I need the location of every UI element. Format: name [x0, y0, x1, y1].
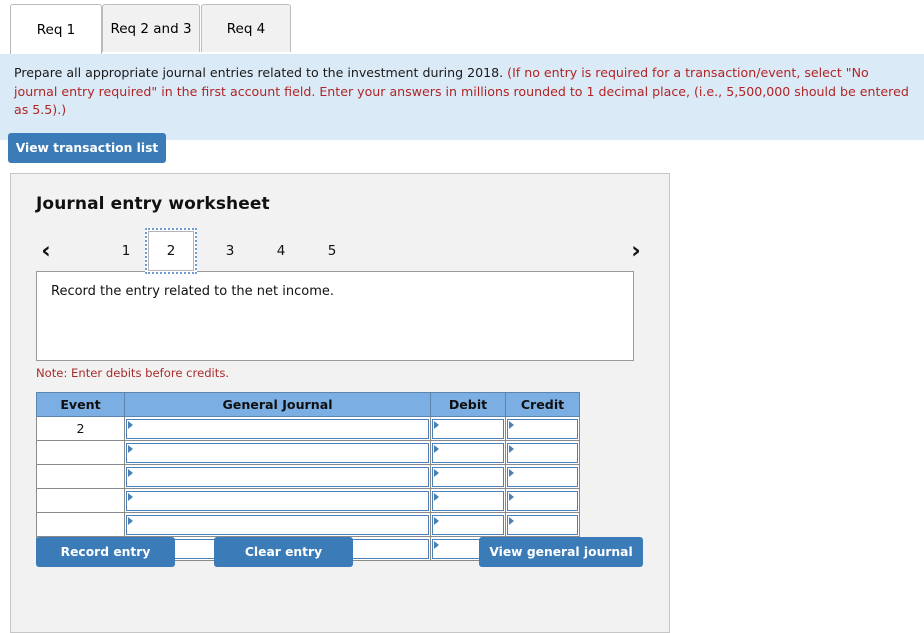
tab-req-4[interactable]: Req 4: [201, 4, 291, 52]
clear-entry-button[interactable]: Clear entry: [214, 537, 353, 567]
table-row: [36, 464, 580, 489]
pager-page-2[interactable]: 2: [145, 228, 197, 274]
pager-page-4[interactable]: 4: [264, 234, 298, 268]
event-cell: [36, 440, 125, 465]
event-cell: [36, 488, 125, 513]
general-journal-account-select[interactable]: [126, 466, 429, 487]
pager-page-5[interactable]: 5: [315, 234, 349, 268]
table-row: [36, 512, 580, 537]
general-journal-account-select[interactable]: [126, 490, 429, 511]
column-header-debit: Debit: [430, 392, 506, 417]
event-cell: [36, 512, 125, 537]
pager-page-label: 5: [327, 243, 337, 259]
chevron-left-icon[interactable]: ‹: [33, 232, 59, 270]
general-journal-cell: [124, 512, 431, 537]
button-label: Clear entry: [244, 545, 323, 559]
general-journal-cell: [124, 416, 431, 441]
general-journal-cell: [124, 440, 431, 465]
instruction-lead: Prepare all appropriate journal entries …: [14, 65, 508, 80]
debit-cell: [430, 464, 506, 489]
table-row: [36, 488, 580, 513]
credit-input[interactable]: [507, 418, 578, 439]
debit-input[interactable]: [432, 514, 504, 535]
view-transaction-list-button[interactable]: View transaction list: [8, 133, 166, 163]
general-journal-cell: [124, 464, 431, 489]
record-entry-button[interactable]: Record entry: [36, 537, 175, 567]
tab-req-1[interactable]: Req 1: [10, 4, 102, 54]
table-row: 2: [36, 416, 580, 441]
tab-req-2-and-3[interactable]: Req 2 and 3: [102, 4, 200, 52]
table-header-row: Event General Journal Debit Credit: [36, 392, 580, 417]
column-header-credit: Credit: [505, 392, 580, 417]
credit-input[interactable]: [507, 466, 578, 487]
column-header-event: Event: [36, 392, 125, 417]
credit-cell: [505, 464, 580, 489]
tab-strip: Req 1 Req 2 and 3 Req 4: [0, 0, 924, 56]
debit-input[interactable]: [432, 442, 504, 463]
pager-page-1[interactable]: 1: [109, 234, 143, 268]
debit-input[interactable]: [432, 490, 504, 511]
debit-cell: [430, 512, 506, 537]
transaction-description: Record the entry related to the net inco…: [51, 284, 334, 299]
debit-input[interactable]: [432, 418, 504, 439]
transaction-description-box: Record the entry related to the net inco…: [36, 271, 634, 361]
general-journal-account-select[interactable]: [126, 418, 429, 439]
view-general-journal-button[interactable]: View general journal: [479, 537, 643, 567]
pager-page-label: 2: [166, 243, 176, 259]
credit-input[interactable]: [507, 442, 578, 463]
pager-page-3[interactable]: 3: [213, 234, 247, 268]
journal-entry-table: Event General Journal Debit Credit 2: [36, 392, 580, 561]
pager-page-label: 3: [225, 243, 235, 259]
credit-cell: [505, 488, 580, 513]
tab-label: Req 4: [226, 20, 266, 37]
chevron-left-glyph: ‹: [41, 238, 51, 264]
general-journal-account-select[interactable]: [126, 514, 429, 535]
credit-cell: [505, 440, 580, 465]
event-cell: 2: [36, 416, 125, 441]
instruction-banner: Prepare all appropriate journal entries …: [0, 54, 924, 140]
debit-cell: [430, 416, 506, 441]
worksheet-pager: ‹ 1 2 3 4 5 ›: [33, 228, 653, 274]
chevron-right-glyph: ›: [631, 238, 641, 264]
pager-page-label: 4: [276, 243, 286, 259]
debit-input[interactable]: [432, 466, 504, 487]
table-row: [36, 440, 580, 465]
debits-before-credits-note: Note: Enter debits before credits.: [36, 366, 230, 380]
pager-page-label: 1: [121, 243, 131, 259]
chevron-right-icon[interactable]: ›: [623, 232, 649, 270]
credit-input[interactable]: [507, 514, 578, 535]
debit-cell: [430, 440, 506, 465]
debit-cell: [430, 488, 506, 513]
button-label: View general journal: [489, 545, 633, 559]
event-cell: [36, 464, 125, 489]
credit-cell: [505, 416, 580, 441]
tab-label: Req 1: [36, 21, 76, 38]
page-title: Journal entry worksheet: [36, 194, 270, 214]
button-label: Record entry: [60, 545, 151, 559]
credit-input[interactable]: [507, 490, 578, 511]
button-label: View transaction list: [15, 141, 159, 155]
tab-label: Req 2 and 3: [110, 20, 192, 37]
journal-entry-worksheet-panel: Journal entry worksheet ‹ 1 2 3 4 5 › Re…: [10, 173, 670, 633]
column-header-general-journal: General Journal: [124, 392, 431, 417]
credit-cell: [505, 512, 580, 537]
general-journal-cell: [124, 488, 431, 513]
general-journal-account-select[interactable]: [126, 442, 429, 463]
